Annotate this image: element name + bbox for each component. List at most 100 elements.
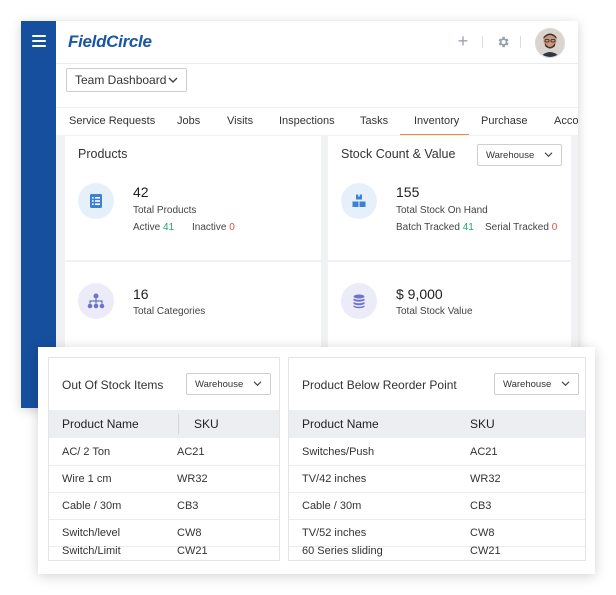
- products-card: Products 42 Total Products Active 41 Ina…: [65, 136, 321, 260]
- table-row[interactable]: Switch/Limit CW21: [49, 544, 279, 562]
- total-products-value: 42: [133, 184, 149, 200]
- total-categories-label: Total Categories: [133, 306, 206, 317]
- out-of-stock-warehouse-select[interactable]: Warehouse: [186, 373, 271, 395]
- sku-cell: CB3: [470, 500, 492, 512]
- table-row[interactable]: Cable / 30m CB3: [289, 492, 585, 520]
- out-of-stock-card: Out Of Stock Items Warehouse Product Nam…: [48, 357, 280, 561]
- below-reorder-warehouse-select[interactable]: Warehouse: [494, 373, 579, 395]
- table-row[interactable]: Cable / 30m CB3: [49, 492, 279, 520]
- product-list-icon: [78, 183, 114, 219]
- divider: [520, 36, 521, 48]
- serial-tracked-value: 0: [551, 222, 558, 233]
- tab-visits[interactable]: Visits: [227, 108, 253, 136]
- product-name-cell: Wire 1 cm: [62, 473, 112, 485]
- serial-tracked: Serial Tracked 0: [485, 222, 557, 233]
- chevron-down-icon: [168, 77, 178, 83]
- coins-icon: [341, 283, 377, 319]
- below-reorder-title: Product Below Reorder Point: [302, 378, 457, 392]
- dashboard-select[interactable]: Team Dashboard: [66, 68, 187, 92]
- out-of-stock-warehouse-value: Warehouse: [195, 378, 244, 390]
- below-reorder-card: Product Below Reorder Point Warehouse Pr…: [288, 357, 586, 561]
- product-name-cell: TV/52 inches: [302, 527, 367, 539]
- stock-on-hand-value: 155: [396, 184, 420, 200]
- tab-tasks[interactable]: Tasks: [360, 108, 388, 136]
- sku-cell: WR32: [177, 473, 208, 485]
- table-row[interactable]: 60 Series sliding CW21: [289, 544, 585, 562]
- inventory-tables-panel: Out Of Stock Items Warehouse Product Nam…: [38, 347, 595, 574]
- table-row[interactable]: TV/52 inches CW8: [289, 519, 585, 547]
- sku-cell: AC21: [470, 446, 498, 458]
- product-name-cell: TV/42 inches: [302, 473, 367, 485]
- top-bar: FieldCircle +: [56, 21, 578, 64]
- table-row[interactable]: AC/ 2 Ton AC21: [49, 438, 279, 466]
- column-header-sku[interactable]: SKU: [194, 417, 219, 431]
- sku-cell: CW8: [177, 527, 202, 539]
- total-products-label: Total Products: [133, 205, 197, 216]
- tab-inspections[interactable]: Inspections: [279, 108, 335, 136]
- column-header-sku[interactable]: SKU: [470, 417, 495, 431]
- inactive-value: 0: [229, 222, 235, 233]
- table-row[interactable]: Switch/level CW8: [49, 519, 279, 547]
- batch-tracked-value: 41: [462, 222, 474, 233]
- plus-icon[interactable]: +: [456, 32, 470, 50]
- active-count: Active 41: [133, 222, 174, 233]
- batch-tracked-label: Batch Tracked: [396, 222, 460, 233]
- tab-accounts[interactable]: Acco: [554, 108, 578, 136]
- product-name-cell: Switches/Push: [302, 446, 375, 458]
- column-header-product-name[interactable]: Product Name: [302, 417, 379, 431]
- sku-cell: CW21: [177, 545, 208, 557]
- gear-icon[interactable]: [496, 35, 510, 49]
- divider: [482, 36, 483, 48]
- stock-on-hand-label: Total Stock On Hand: [396, 205, 488, 216]
- tab-purchase[interactable]: Purchase: [481, 108, 527, 136]
- table-header: Product Name SKU: [289, 410, 585, 438]
- app-logo: FieldCircle: [68, 32, 152, 51]
- sku-cell: AC21: [177, 446, 205, 458]
- total-stock-value: $ 9,000: [396, 286, 443, 302]
- table-row[interactable]: TV/42 inches WR32: [289, 465, 585, 493]
- product-name-cell: 60 Series sliding: [302, 545, 383, 557]
- product-name-cell: Switch/Limit: [62, 545, 121, 557]
- stock-card: Stock Count & Value Warehouse 155 Total …: [328, 136, 571, 260]
- sku-cell: CB3: [177, 500, 199, 512]
- boxes-icon: [341, 183, 377, 219]
- sku-cell: WR32: [470, 473, 501, 485]
- menu-icon[interactable]: [32, 35, 46, 47]
- stock-warehouse-select[interactable]: Warehouse: [477, 144, 562, 166]
- tab-inventory[interactable]: Inventory: [414, 108, 459, 136]
- stock-title: Stock Count & Value: [341, 147, 456, 161]
- total-categories-value: 16: [133, 286, 149, 302]
- table-header: Product Name SKU: [49, 410, 279, 438]
- active-label: Active: [133, 222, 161, 233]
- product-name-cell: Cable / 30m: [302, 500, 362, 512]
- column-divider: [178, 414, 179, 434]
- stock-warehouse-value: Warehouse: [486, 149, 535, 161]
- tab-bar: Service Requests Jobs Visits Inspections…: [56, 107, 578, 136]
- dashboard-select-value: Team Dashboard: [75, 73, 167, 87]
- product-name-cell: AC/ 2 Ton: [62, 446, 111, 458]
- sku-cell: CW8: [470, 527, 495, 539]
- hierarchy-icon: [78, 283, 114, 319]
- table-row[interactable]: Wire 1 cm WR32: [49, 465, 279, 493]
- avatar[interactable]: [535, 28, 565, 58]
- chevron-down-icon: [544, 152, 553, 158]
- total-stock-value-label: Total Stock Value: [396, 306, 473, 317]
- sku-cell: CW21: [470, 545, 501, 557]
- table-row[interactable]: Switches/Push AC21: [289, 438, 585, 466]
- tab-jobs[interactable]: Jobs: [177, 108, 200, 136]
- batch-tracked: Batch Tracked 41: [396, 222, 474, 233]
- product-name-cell: Switch/level: [62, 527, 121, 539]
- inactive-label: Inactive: [192, 222, 227, 233]
- avatar-image: [536, 29, 564, 57]
- tab-service-requests[interactable]: Service Requests: [69, 108, 155, 136]
- below-reorder-warehouse-value: Warehouse: [503, 378, 552, 390]
- column-header-product-name[interactable]: Product Name: [62, 417, 139, 431]
- chevron-down-icon: [253, 381, 262, 387]
- out-of-stock-title: Out Of Stock Items: [62, 378, 164, 392]
- serial-tracked-label: Serial Tracked: [485, 222, 549, 233]
- product-name-cell: Cable / 30m: [62, 500, 122, 512]
- products-title: Products: [78, 147, 128, 161]
- inactive-count: Inactive 0: [192, 222, 235, 233]
- active-value: 41: [163, 222, 175, 233]
- chevron-down-icon: [561, 381, 570, 387]
